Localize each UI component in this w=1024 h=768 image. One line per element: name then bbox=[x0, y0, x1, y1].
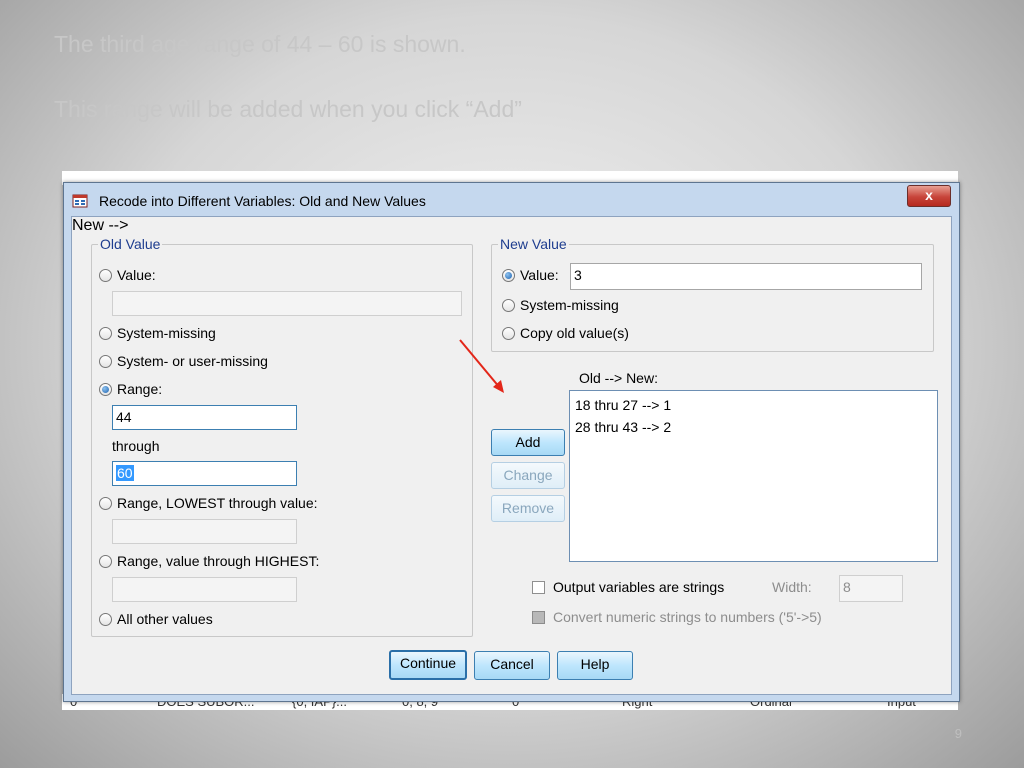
new-value-radio[interactable] bbox=[502, 269, 515, 282]
annotation-arrow-icon bbox=[459, 339, 504, 393]
system-missing-radio[interactable] bbox=[99, 327, 112, 340]
range-radio[interactable] bbox=[99, 383, 112, 396]
width-label: Width: bbox=[772, 579, 812, 595]
slide-page-number: 9 bbox=[954, 726, 962, 741]
continue-button[interactable]: Continue bbox=[389, 650, 467, 680]
convert-numeric-label: Convert numeric strings to numbers ('5'-… bbox=[553, 609, 822, 625]
help-button[interactable]: Help bbox=[557, 651, 633, 680]
through-label: through bbox=[112, 438, 160, 454]
range-from-input[interactable]: 44 bbox=[112, 405, 297, 430]
range-highest-radio[interactable] bbox=[99, 555, 112, 568]
output-strings-checkbox[interactable] bbox=[532, 581, 545, 594]
all-other-values-radio[interactable] bbox=[99, 613, 112, 626]
old-value-radio[interactable] bbox=[99, 269, 112, 282]
range-to-selected-text: 60 bbox=[116, 465, 134, 481]
list-item[interactable]: 28 thru 43 --> 2 bbox=[575, 419, 671, 435]
slide-caption-line2: This range will be added when you click … bbox=[54, 96, 522, 122]
old-value-group: Old Value Value: System-missing System- … bbox=[91, 236, 473, 637]
close-button[interactable]: x bbox=[907, 185, 951, 207]
range-highest-label: Range, value through HIGHEST: bbox=[117, 553, 320, 569]
add-button[interactable]: Add bbox=[491, 429, 565, 456]
list-item[interactable]: 18 thru 27 --> 1 bbox=[575, 397, 671, 413]
old-new-listbox[interactable]: 18 thru 27 --> 1 28 thru 43 --> 2 bbox=[569, 390, 938, 562]
copy-old-value-label: Copy old value(s) bbox=[520, 325, 629, 341]
range-lowest-input[interactable] bbox=[112, 519, 297, 544]
dialog-title: Recode into Different Variables: Old and… bbox=[99, 193, 426, 209]
range-lowest-radio[interactable] bbox=[99, 497, 112, 510]
new-value-group: New Value Value: 3 System-missing Copy o… bbox=[491, 236, 934, 352]
new-value-label: Value: bbox=[520, 267, 559, 283]
new-value-legend: New Value bbox=[498, 236, 569, 252]
old-value-legend: Old Value bbox=[98, 236, 163, 252]
width-value: 8 bbox=[843, 579, 851, 595]
dialog-client-area: Old Value Value: System-missing System- … bbox=[71, 216, 952, 695]
new-value-input[interactable]: 3 bbox=[570, 263, 922, 290]
dialog-titlebar[interactable]: Recode into Different Variables: Old and… bbox=[64, 183, 959, 217]
new-system-missing-label: System-missing bbox=[520, 297, 619, 313]
new-system-missing-radio[interactable] bbox=[502, 299, 515, 312]
range-lowest-label: Range, LOWEST through value: bbox=[117, 495, 318, 511]
width-input[interactable]: 8 bbox=[839, 575, 903, 602]
change-button[interactable]: Change bbox=[491, 462, 565, 489]
range-to-input[interactable]: 60 bbox=[112, 461, 297, 486]
cancel-button[interactable]: Cancel bbox=[474, 651, 550, 680]
remove-button[interactable]: Remove bbox=[491, 495, 565, 522]
old-new-label: Old --> New: bbox=[579, 370, 658, 386]
output-strings-label: Output variables are strings bbox=[553, 579, 725, 595]
recode-dialog: Recode into Different Variables: Old and… bbox=[63, 182, 960, 702]
system-or-user-missing-radio[interactable] bbox=[99, 355, 112, 368]
system-missing-label: System-missing bbox=[117, 325, 216, 341]
slide-caption-line1: The third age range of 44 – 60 is shown. bbox=[54, 31, 466, 57]
old-value-input[interactable] bbox=[112, 291, 462, 316]
old-value-label: Value: bbox=[117, 267, 156, 283]
convert-numeric-checkbox[interactable] bbox=[532, 611, 545, 624]
recode-app-icon bbox=[72, 194, 88, 208]
range-highest-input[interactable] bbox=[112, 577, 297, 602]
range-label: Range: bbox=[117, 381, 163, 397]
system-or-user-missing-label: System- or user-missing bbox=[117, 353, 268, 369]
all-other-values-label: All other values bbox=[117, 611, 213, 627]
